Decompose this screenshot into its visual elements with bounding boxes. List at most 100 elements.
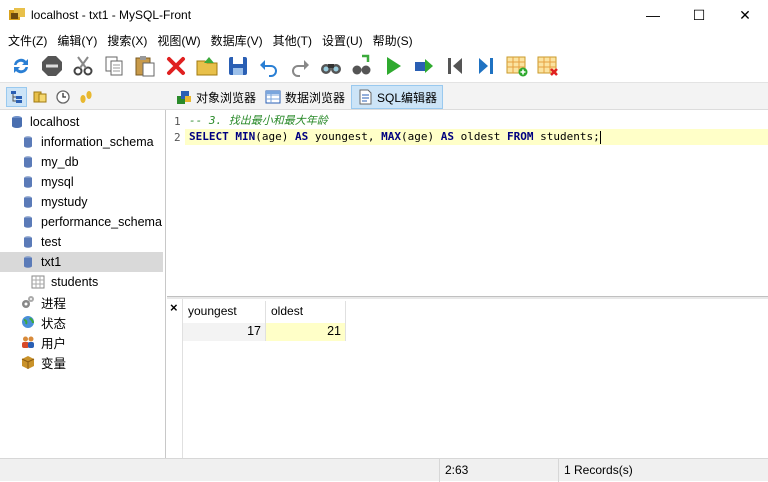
tree-item-users[interactable]: 用户	[0, 332, 163, 352]
tree-item-database-label: mystudy	[41, 195, 88, 209]
run-selection-icon[interactable]	[408, 52, 439, 80]
tree-item-database[interactable]: mystudy	[0, 192, 163, 212]
tree-item-database-label: my_db	[41, 155, 79, 169]
users-icon	[22, 336, 34, 348]
maximize-button[interactable]: ☐	[676, 0, 722, 30]
status-globe-icon	[22, 316, 34, 328]
menu-view[interactable]: 视图(W)	[152, 30, 205, 50]
tree-item-database[interactable]: performance_schema	[0, 212, 163, 232]
tree-item-database-label: txt1	[41, 255, 62, 269]
tree-item-variables[interactable]: 变量	[0, 352, 163, 372]
code-line-current: SELECT MIN(age) AS youngest, MAX(age) AS…	[185, 129, 768, 145]
bookmarks-icon[interactable]	[29, 87, 50, 107]
tree-item-database-label: mysql	[41, 175, 74, 189]
menu-search[interactable]: 搜索(X)	[102, 30, 152, 50]
open-icon[interactable]	[191, 52, 222, 80]
find-icon[interactable]	[315, 52, 346, 80]
column-header-oldest[interactable]: oldest	[266, 301, 346, 323]
first-icon[interactable]	[439, 52, 470, 80]
close-results-icon: ×	[170, 300, 178, 315]
insert-record-icon[interactable]	[501, 52, 532, 80]
last-icon[interactable]	[470, 52, 501, 80]
tab-data-browser[interactable]: 数据浏览器	[260, 85, 350, 109]
tab-object-browser-label: 对象浏览器	[196, 90, 257, 105]
data-browser-icon	[265, 90, 281, 104]
replace-icon[interactable]	[346, 52, 377, 80]
stop-icon[interactable]	[36, 52, 67, 80]
database-icon	[24, 136, 32, 148]
sql-function: MAX	[381, 130, 401, 143]
mysql-front-app-icon	[9, 8, 25, 20]
tree-item-database-selected[interactable]: txt1	[0, 252, 163, 272]
title-bar: localhost - txt1 - MySQL-Front — ☐ ✕	[0, 0, 768, 30]
close-results-button[interactable]: ×	[167, 299, 183, 458]
menu-bar: 文件(Z) 编辑(Y) 搜索(X) 视图(W) 数据库(V) 其他(T) 设置(…	[0, 30, 768, 50]
sql-comment: -- 3. 找出最小和最大年龄	[189, 114, 328, 127]
database-icon	[24, 156, 32, 168]
sql-editor-icon	[359, 89, 372, 105]
tree-item-table[interactable]: students	[0, 272, 163, 292]
run-icon[interactable]	[377, 52, 408, 80]
line-number: 1	[174, 115, 181, 128]
sql-keyword: AS	[440, 130, 454, 143]
tree-item-database[interactable]: test	[0, 232, 163, 252]
sql-identifier: students;	[540, 130, 600, 143]
line-number-gutter: 1 2	[167, 110, 185, 296]
tree-item-database-label: information_schema	[41, 135, 154, 149]
redo-icon[interactable]	[284, 52, 315, 80]
variables-box-icon	[21, 356, 35, 369]
status-bar: 2:63 1 Records(s)	[0, 458, 768, 482]
paste-icon[interactable]	[129, 52, 160, 80]
minimize-button[interactable]: —	[630, 0, 676, 30]
database-icon	[24, 176, 32, 188]
object-browser-icon	[177, 91, 191, 104]
tree-item-database[interactable]: mysql	[0, 172, 163, 192]
database-icon	[24, 236, 32, 248]
sql-keyword: SELECT	[189, 130, 229, 143]
tree-view-icon[interactable]	[6, 87, 27, 107]
menu-file[interactable]: 文件(Z)	[3, 30, 52, 50]
menu-settings[interactable]: 设置(U)	[317, 30, 368, 50]
tree-item-database[interactable]: my_db	[0, 152, 163, 172]
delete-icon[interactable]	[160, 52, 191, 80]
refresh-icon[interactable]	[5, 52, 36, 80]
tree-item-table-label: students	[51, 275, 99, 289]
menu-edit[interactable]: 编辑(Y)	[52, 30, 102, 50]
sql-keyword: AS	[295, 130, 309, 143]
line-number: 2	[174, 131, 181, 144]
copy-icon[interactable]	[98, 52, 129, 80]
table-icon	[31, 275, 45, 289]
cut-icon[interactable]	[67, 52, 98, 80]
sql-function: MIN	[235, 130, 256, 143]
undo-icon[interactable]	[253, 52, 284, 80]
window-title: localhost - txt1 - MySQL-Front	[31, 8, 192, 22]
tree-item-processes[interactable]: 进程	[0, 292, 163, 312]
navigation-tree: localhost information_schema my_db mysql…	[0, 110, 166, 458]
sql-editor[interactable]: 1 2 -- 3. 找出最小和最大年龄 SELECT MIN(age) AS y…	[167, 110, 768, 296]
tab-sql-editor[interactable]: SQL编辑器	[351, 85, 444, 109]
tree-item-status-label: 状态	[41, 316, 67, 331]
tree-item-variables-label: 变量	[41, 356, 67, 371]
database-icon	[24, 196, 32, 208]
history-icon[interactable]	[52, 87, 73, 107]
result-cell-oldest-selected[interactable]: 21	[266, 323, 346, 341]
tab-object-browser[interactable]: 对象浏览器	[171, 85, 261, 109]
tree-item-host[interactable]: localhost	[0, 112, 163, 132]
sql-trace-icon[interactable]	[75, 87, 96, 107]
close-button[interactable]: ✕	[722, 0, 768, 30]
sql-identifier: youngest,	[314, 130, 375, 143]
delete-record-icon[interactable]	[532, 52, 563, 80]
menu-other[interactable]: 其他(T)	[268, 30, 317, 50]
tab-data-browser-label: 数据浏览器	[285, 90, 346, 105]
tree-item-status[interactable]: 状态	[0, 312, 163, 332]
tree-item-database[interactable]: information_schema	[0, 132, 163, 152]
column-header-youngest[interactable]: youngest	[183, 301, 266, 323]
save-icon[interactable]	[222, 52, 253, 80]
results-grid: × youngest oldest 17 21	[167, 299, 768, 458]
menu-help[interactable]: 帮助(S)	[368, 30, 418, 50]
result-cell-youngest[interactable]: 17	[183, 323, 266, 341]
code-line: -- 3. 找出最小和最大年龄	[189, 113, 328, 129]
cursor-position: 2:63	[439, 459, 558, 482]
menu-database[interactable]: 数据库(V)	[206, 30, 268, 50]
sql-argument: (age)	[255, 130, 289, 143]
